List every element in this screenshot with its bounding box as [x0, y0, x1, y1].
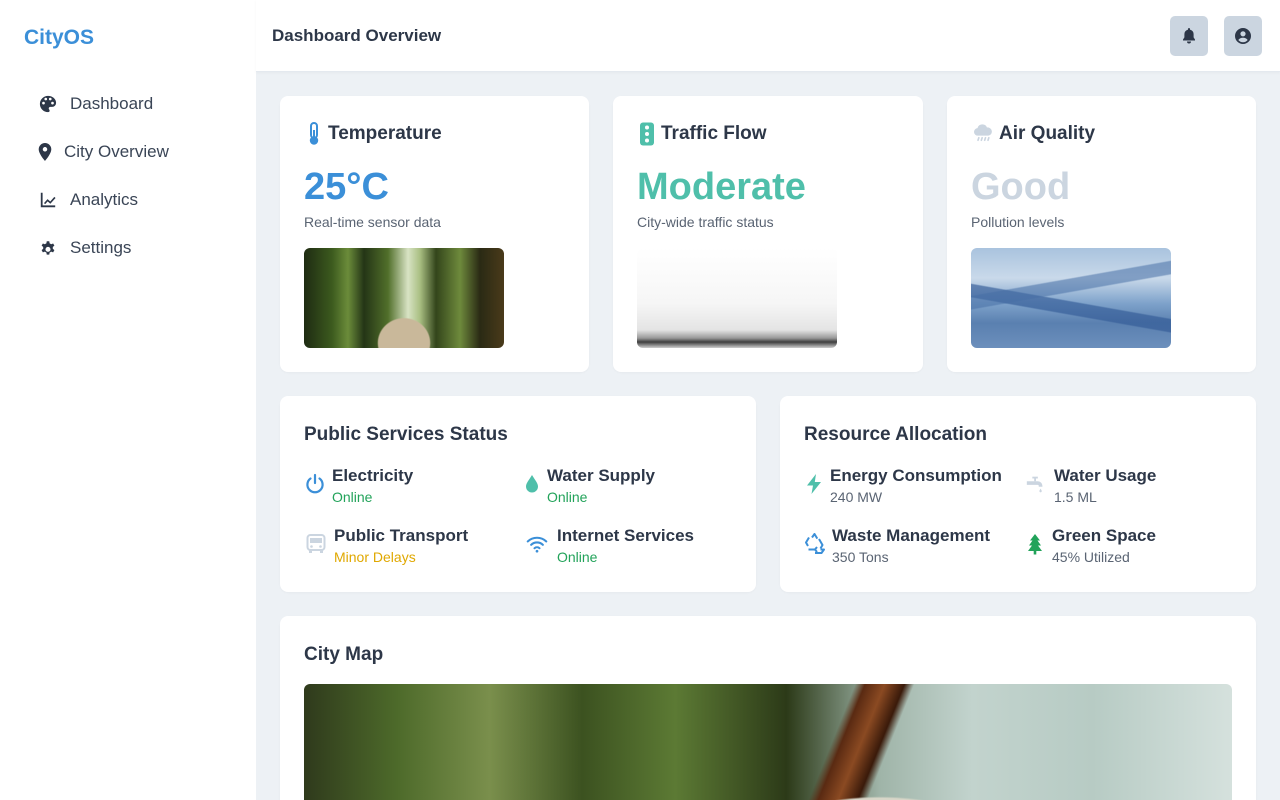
service-status: Minor Delays [334, 549, 416, 565]
temperature-card: Temperature 25°C Real-time sensor data [280, 96, 589, 372]
bell-icon [1183, 28, 1195, 44]
thermometer-icon [304, 122, 324, 146]
service-name: Electricity [332, 466, 414, 485]
service-status: Online [557, 549, 598, 565]
resource-name: Waste Management [832, 526, 991, 545]
air-quality-card: Air Quality Good Pollution levels [947, 96, 1256, 372]
gear-icon [38, 238, 58, 258]
sidebar-nav: Dashboard City Overview Analytics Settin… [24, 80, 240, 272]
resource-allocation-card: Resource Allocation Energy Consumption 2… [780, 396, 1256, 592]
cloud-rain-icon [971, 122, 995, 146]
card-title: Temperature [328, 123, 442, 144]
city-map-image[interactable] [304, 684, 1232, 800]
traffic-light-icon [637, 122, 657, 146]
resource-value: 45% Utilized [1052, 549, 1130, 565]
sidebar-item-label: Settings [70, 238, 132, 257]
resource-value: 350 Tons [832, 549, 889, 565]
card-subtitle: City-wide traffic status [637, 214, 774, 230]
city-map-card: City Map [280, 616, 1256, 800]
droplet-icon [523, 473, 541, 495]
card-title: Traffic Flow [661, 123, 767, 144]
profile-button[interactable] [1224, 16, 1262, 56]
map-pin-icon [38, 142, 52, 162]
service-water-supply: Water Supply Online [523, 466, 655, 508]
resource-name: Green Space [1052, 526, 1156, 545]
card-header: Air Quality [971, 122, 1095, 146]
faucet-icon [1024, 473, 1048, 495]
service-name: Water Supply [547, 466, 655, 485]
section-title: Resource Allocation [804, 424, 988, 445]
mountain-image [971, 248, 1171, 348]
service-name: Public Transport [334, 526, 469, 545]
page-title: Dashboard Overview [272, 26, 442, 45]
foggy-road-image [637, 248, 837, 348]
sidebar-item-label: Dashboard [70, 94, 154, 113]
resource-energy: Energy Consumption 240 MW [804, 466, 1002, 508]
bus-icon [304, 533, 328, 555]
card-title: Air Quality [999, 123, 1096, 144]
resource-name: Energy Consumption [830, 466, 1002, 485]
resource-value: 1.5 ML [1054, 489, 1097, 505]
public-services-card: Public Services Status Electricity Onlin… [280, 396, 756, 592]
sidebar: CityOS Dashboard City Overview Analytics… [0, 0, 256, 800]
resource-waste: Waste Management 350 Tons [804, 526, 990, 568]
top-header: Dashboard Overview [256, 0, 1280, 72]
forest-image [304, 248, 504, 348]
card-header: Traffic Flow [637, 122, 767, 146]
power-icon [304, 473, 326, 495]
sidebar-item-analytics[interactable]: Analytics [24, 176, 240, 224]
resource-water-usage: Water Usage 1.5 ML [1024, 466, 1156, 508]
bolt-icon [804, 473, 824, 495]
section-title: Public Services Status [304, 424, 508, 445]
wifi-icon [523, 533, 551, 555]
resource-name: Water Usage [1054, 466, 1157, 485]
card-subtitle: Pollution levels [971, 214, 1065, 230]
recycle-icon [804, 533, 826, 555]
notifications-button[interactable] [1170, 16, 1208, 56]
palette-icon [38, 94, 58, 114]
sidebar-item-settings[interactable]: Settings [24, 224, 240, 272]
service-electricity: Electricity Online [304, 466, 413, 508]
service-status: Online [547, 489, 588, 505]
service-name: Internet Services [557, 526, 695, 545]
service-internet: Internet Services Online [523, 526, 694, 568]
sidebar-item-dashboard[interactable]: Dashboard [24, 80, 240, 128]
card-subtitle: Real-time sensor data [304, 214, 441, 230]
service-public-transport: Public Transport Minor Delays [304, 526, 468, 568]
card-header: Temperature [304, 122, 442, 146]
sidebar-item-label: Analytics [70, 190, 139, 209]
line-chart-icon [38, 190, 58, 210]
brand-logo[interactable]: CityOS [24, 26, 94, 50]
temperature-value: 25°C [304, 166, 389, 208]
sidebar-item-label: City Overview [64, 142, 169, 161]
air-quality-value: Good [971, 166, 1071, 208]
resource-value: 240 MW [830, 489, 883, 505]
service-status: Online [332, 489, 373, 505]
traffic-value: Moderate [637, 166, 806, 208]
resource-green-space: Green Space 45% Utilized [1024, 526, 1156, 568]
section-title: City Map [304, 644, 384, 665]
user-circle-icon [1235, 28, 1251, 44]
traffic-card: Traffic Flow Moderate City-wide traffic … [613, 96, 923, 372]
tree-icon [1024, 533, 1046, 555]
sidebar-item-city-overview[interactable]: City Overview [24, 128, 240, 176]
